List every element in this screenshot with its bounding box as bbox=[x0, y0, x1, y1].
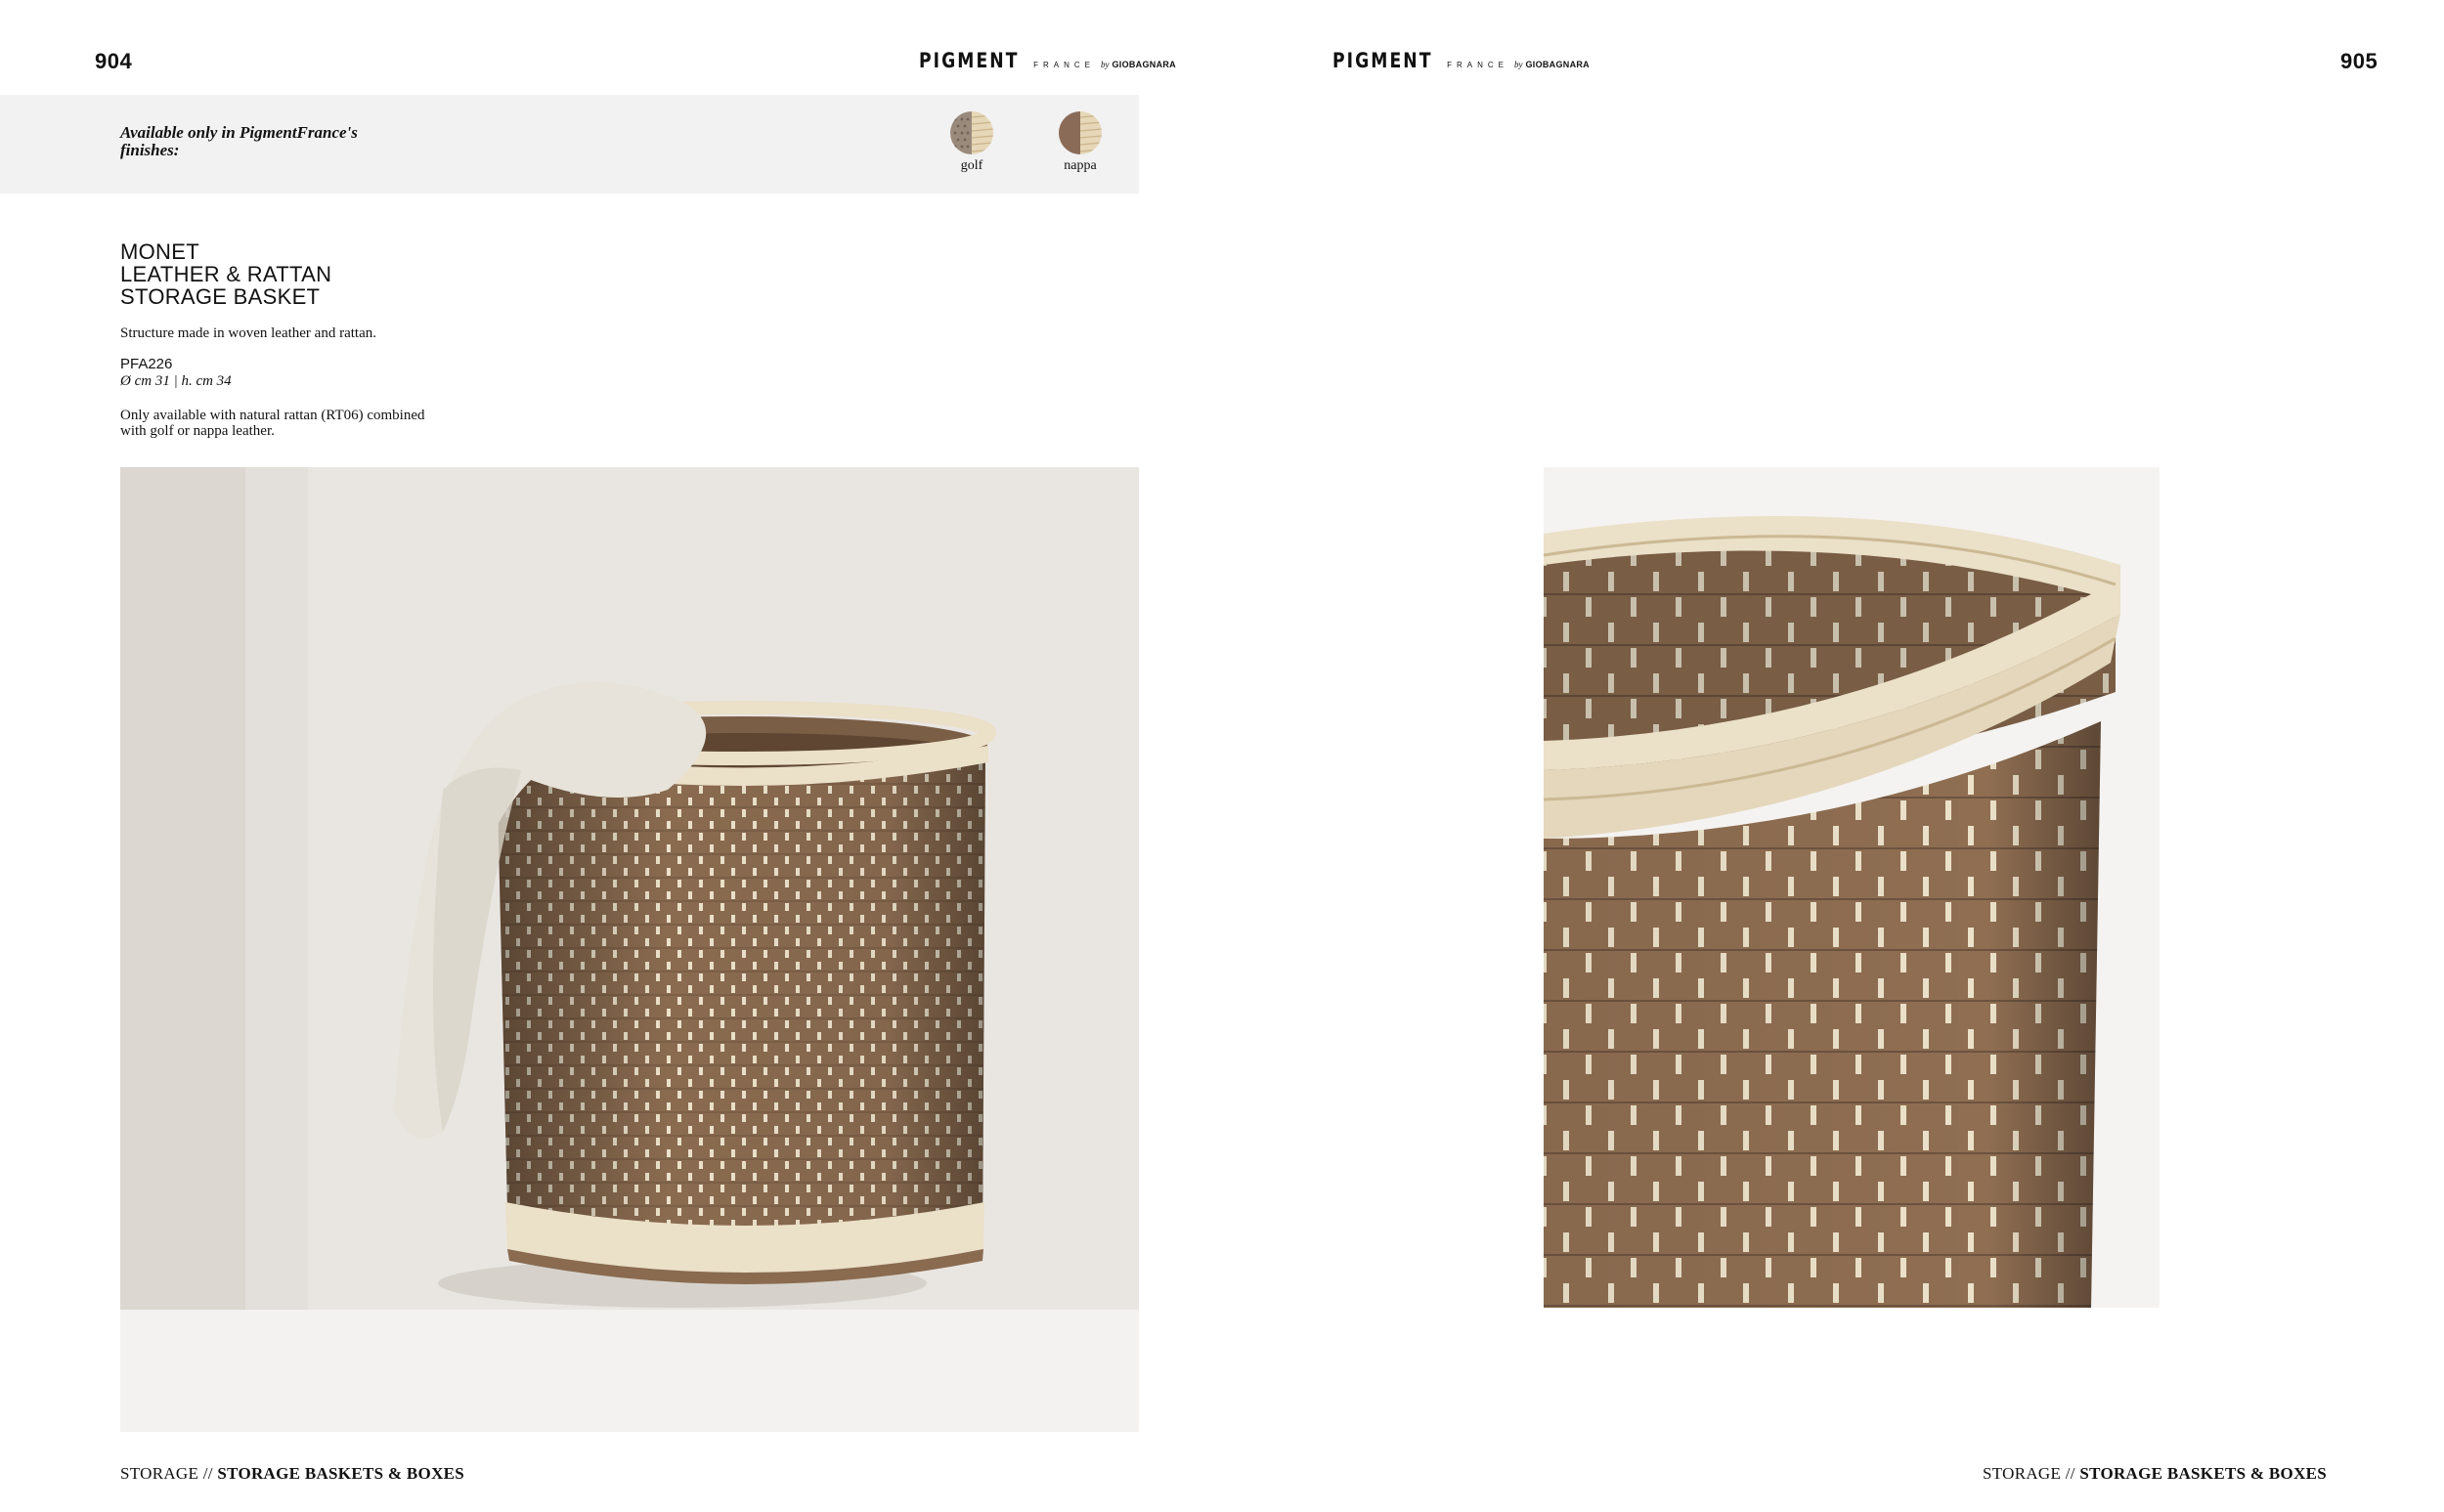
product-note: Only available with natural rattan (RT06… bbox=[120, 408, 425, 439]
product-title-line: MONET bbox=[120, 239, 199, 264]
product-dimensions: Ø cm 31 | h. cm 34 bbox=[120, 373, 232, 389]
finish-golf[interactable]: golf bbox=[933, 111, 1011, 174]
logo-by: by bbox=[1513, 60, 1523, 69]
product-title-line: STORAGE BASKET bbox=[120, 284, 321, 309]
page-number-right: 905 bbox=[2340, 49, 2379, 73]
footer-subsection: STORAGE BASKETS & BOXES bbox=[2079, 1464, 2328, 1483]
page-number-left: 904 bbox=[95, 49, 133, 73]
brand-logo-right: PIGMENT FRANCE by GIOBAGNARA bbox=[1332, 49, 1590, 76]
finish-nappa[interactable]: nappa bbox=[1041, 111, 1119, 174]
footer-left: STORAGE // STORAGE BASKETS & BOXES bbox=[120, 1464, 464, 1484]
golf-leather-swatch-icon bbox=[950, 111, 993, 154]
logo-by: by bbox=[1100, 60, 1110, 69]
finish-label-golf: golf bbox=[960, 158, 983, 173]
footer-right: STORAGE // STORAGE BASKETS & BOXES bbox=[1983, 1464, 2327, 1484]
logo-main: PIGMENT bbox=[919, 49, 1020, 72]
nappa-leather-swatch-icon bbox=[1059, 111, 1102, 154]
brand-logo-left: PIGMENT FRANCE by GIOBAGNARA bbox=[919, 49, 1176, 76]
product-title: MONET LEATHER & RATTAN STORAGE BASKET bbox=[120, 240, 331, 308]
footer-subsection: STORAGE BASKETS & BOXES bbox=[217, 1464, 465, 1483]
footer-section: STORAGE // bbox=[120, 1464, 213, 1483]
footer-section: STORAGE // bbox=[1983, 1464, 2075, 1483]
logo-brand: GIOBAGNARA bbox=[1112, 60, 1176, 69]
product-photo-room bbox=[120, 467, 1139, 1432]
product-photo-closeup bbox=[1544, 467, 2160, 1308]
logo-sub: FRANCE bbox=[1033, 61, 1095, 69]
logo-brand: GIOBAGNARA bbox=[1525, 60, 1590, 69]
logo-main: PIGMENT bbox=[1332, 49, 1433, 72]
finishes-heading: Available only in PigmentFrance's finish… bbox=[120, 123, 358, 159]
logo-sub: FRANCE bbox=[1447, 61, 1508, 69]
product-title-line: LEATHER & RATTAN bbox=[120, 262, 332, 286]
product-code: PFA226 bbox=[120, 356, 173, 372]
product-description: Structure made in woven leather and ratt… bbox=[120, 325, 376, 341]
finish-label-nappa: nappa bbox=[1064, 158, 1097, 173]
